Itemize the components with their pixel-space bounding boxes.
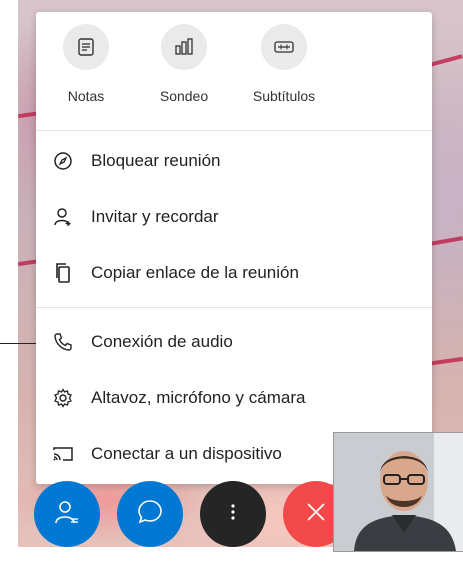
poll-icon [161, 24, 207, 70]
captions-icon [261, 24, 307, 70]
close-icon [305, 501, 327, 528]
menu-divider [36, 130, 432, 131]
participant-video-image [334, 433, 463, 551]
gear-icon [50, 385, 76, 411]
device-settings-item[interactable]: Altavoz, micrófono y cámara [36, 370, 432, 426]
more-options-menu: Notas Sondeo Subtítulos Bloquear reunión… [36, 12, 432, 484]
phone-icon [50, 329, 76, 355]
notes-label: Notas [67, 88, 105, 104]
menu-divider [36, 307, 432, 308]
copy-link-label: Copiar enlace de la reunión [91, 263, 299, 282]
audio-connection-item[interactable]: Conexión de audio [36, 314, 432, 370]
lock-meeting-item[interactable]: Bloquear reunión [36, 133, 432, 189]
participants-icon [54, 499, 80, 530]
invite-item[interactable]: Invitar y recordar [36, 189, 432, 245]
quick-actions-row: Notas Sondeo Subtítulos [36, 12, 432, 130]
poll-button[interactable]: Sondeo [134, 24, 234, 104]
lock-meeting-label: Bloquear reunión [91, 151, 221, 170]
poll-label: Sondeo [159, 88, 209, 104]
audio-connection-label: Conexión de audio [91, 332, 233, 351]
cast-device-label: Conectar a un dispositivo [91, 444, 282, 463]
copy-link-item[interactable]: Copiar enlace de la reunión [36, 245, 432, 301]
notes-button[interactable]: Notas [36, 24, 136, 104]
copy-link-icon [50, 260, 76, 286]
self-video-preview [333, 432, 463, 552]
more-dots-icon [230, 502, 236, 527]
cast-icon [50, 441, 76, 467]
chat-button[interactable] [117, 481, 183, 547]
invite-label: Invitar y recordar [91, 207, 219, 226]
notes-icon [63, 24, 109, 70]
chat-bubble-icon [136, 498, 164, 531]
device-settings-label: Altavoz, micrófono y cámara [91, 388, 306, 407]
callout-line [0, 343, 36, 344]
participants-button[interactable] [34, 481, 100, 547]
captions-label: Subtítulos [252, 88, 316, 104]
lock-meeting-icon [50, 148, 76, 174]
more-options-button[interactable] [200, 481, 266, 547]
captions-button[interactable]: Subtítulos [234, 24, 334, 104]
invite-person-icon [50, 204, 76, 230]
